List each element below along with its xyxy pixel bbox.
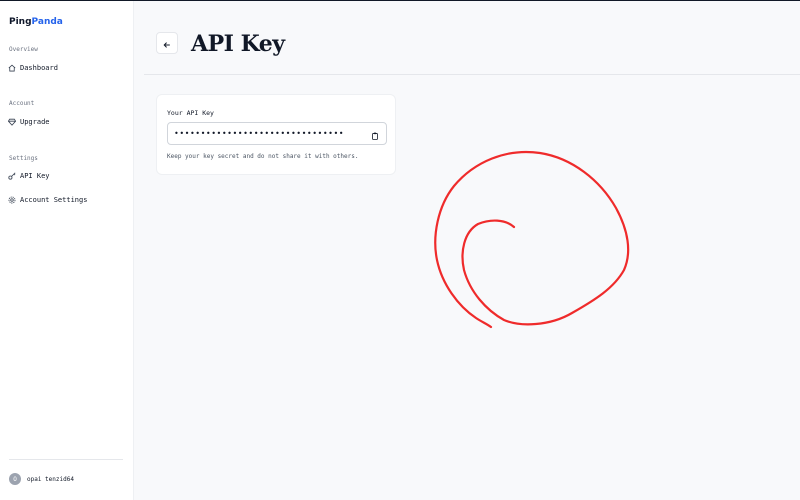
annotation-stroke xyxy=(434,151,630,329)
arrow-left-icon xyxy=(163,34,171,53)
api-key-masked-value: •••••••••••••••••••••••••••••••• xyxy=(174,129,345,138)
sidebar-divider xyxy=(9,459,123,460)
sidebar-item-api-key[interactable]: API Key xyxy=(8,169,126,183)
api-key-card: Your API Key •••••••••••••••••••••••••••… xyxy=(156,94,396,175)
sidebar-section-settings: Settings xyxy=(9,155,38,162)
sidebar-item-upgrade[interactable]: Upgrade xyxy=(8,115,126,129)
sidebar-item-label: Dashboard xyxy=(20,64,58,72)
clipboard-icon xyxy=(371,125,379,144)
sidebar: PingPanda Overview Dashboard Account Upg… xyxy=(0,1,134,500)
back-button[interactable] xyxy=(156,32,178,54)
user-name: opai tenzid64 xyxy=(27,475,74,483)
api-key-label: Your API Key xyxy=(167,109,214,117)
sidebar-item-account-settings[interactable]: Account Settings xyxy=(8,193,126,207)
sidebar-item-label: Upgrade xyxy=(20,118,50,126)
sidebar-item-label: Account Settings xyxy=(20,196,88,204)
gem-icon xyxy=(8,118,16,126)
sidebar-section-overview: Overview xyxy=(9,46,38,53)
sidebar-item-label: API Key xyxy=(20,172,50,180)
page-header: API Key xyxy=(144,1,800,75)
user-profile[interactable]: O opai tenzid64 xyxy=(9,473,74,485)
brand-logo[interactable]: PingPanda xyxy=(9,17,63,27)
page-title: API Key xyxy=(191,31,285,57)
sidebar-section-account: Account xyxy=(9,100,35,107)
brand-name-part2: Panda xyxy=(31,17,63,27)
brand-name-part1: Ping xyxy=(9,17,32,27)
gear-icon xyxy=(8,196,16,204)
home-icon xyxy=(8,64,16,72)
api-key-hint: Keep your key secret and do not share it… xyxy=(167,153,359,160)
copy-api-key-button[interactable] xyxy=(369,128,381,140)
sidebar-item-dashboard[interactable]: Dashboard xyxy=(8,61,126,75)
avatar: O xyxy=(9,473,21,485)
key-icon xyxy=(8,172,16,180)
api-key-field[interactable]: •••••••••••••••••••••••••••••••• xyxy=(167,122,387,145)
